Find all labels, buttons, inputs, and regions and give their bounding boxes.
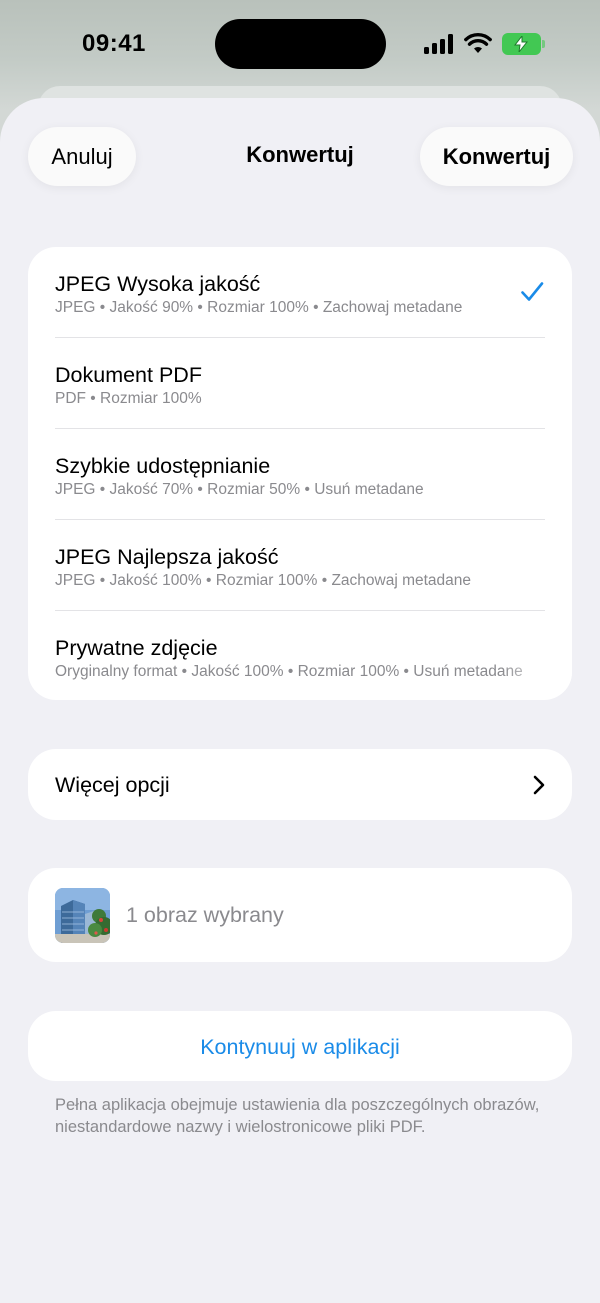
preset-name: Prywatne zdjęcie xyxy=(55,636,218,660)
preset-description: JPEG • Jakość 70% • Rozmiar 50% • Usuń m… xyxy=(55,481,424,498)
continue-in-app-label: Kontynuuj w aplikacji xyxy=(200,1035,400,1059)
preset-description: PDF • Rozmiar 100% xyxy=(55,390,202,407)
cellular-signal-icon xyxy=(424,34,456,54)
preset-description: JPEG • Jakość 90% • Rozmiar 100% • Zacho… xyxy=(55,299,463,316)
more-options-label: Więcej opcji xyxy=(55,773,170,797)
chevron-right-icon xyxy=(533,775,545,795)
preset-name: JPEG Wysoka jakość xyxy=(55,272,261,296)
preset-description: JPEG • Jakość 100% • Rozmiar 100% • Zach… xyxy=(55,572,472,589)
preset-name: JPEG Najlepsza jakość xyxy=(55,545,279,569)
preset-list: JPEG Wysoka jakość JPEG • Jakość 90% • R… xyxy=(28,247,572,700)
battery-charging-icon xyxy=(502,33,546,55)
continue-in-app-button[interactable]: Kontynuuj w aplikacji xyxy=(28,1011,572,1081)
preset-row-private-photo[interactable]: Prywatne zdjęcie Oryginalny format • Jak… xyxy=(28,611,572,700)
wifi-icon xyxy=(464,32,492,53)
preset-name: Dokument PDF xyxy=(55,363,202,387)
selected-images-row[interactable]: 1 obraz wybrany xyxy=(28,868,572,962)
status-time: 09:41 xyxy=(82,30,146,57)
dynamic-island xyxy=(215,19,386,69)
status-bar: 09:41 xyxy=(0,0,600,90)
footnote-text: Pełna aplikacja obejmuje ustawienia dla … xyxy=(55,1096,540,1136)
selected-images-label: 1 obraz wybrany xyxy=(126,903,284,927)
convert-button[interactable]: Konwertuj xyxy=(420,127,573,186)
checkmark-icon xyxy=(521,282,544,301)
preset-row-jpeg-best-quality[interactable]: JPEG Najlepsza jakość JPEG • Jakość 100%… xyxy=(28,520,572,611)
preset-row-pdf-document[interactable]: Dokument PDF PDF • Rozmiar 100% xyxy=(28,338,572,429)
more-options-row[interactable]: Więcej opcji xyxy=(28,749,572,820)
preset-name: Szybkie udostępnianie xyxy=(55,454,271,478)
preset-row-quick-share[interactable]: Szybkie udostępnianie JPEG • Jakość 70% … xyxy=(28,429,572,520)
preset-row-jpeg-high-quality[interactable]: JPEG Wysoka jakość JPEG • Jakość 90% • R… xyxy=(28,247,572,338)
preset-description: Oryginalny format • Jakość 100% • Rozmia… xyxy=(55,663,523,680)
text-fade xyxy=(502,657,572,689)
image-thumbnail xyxy=(55,888,110,943)
